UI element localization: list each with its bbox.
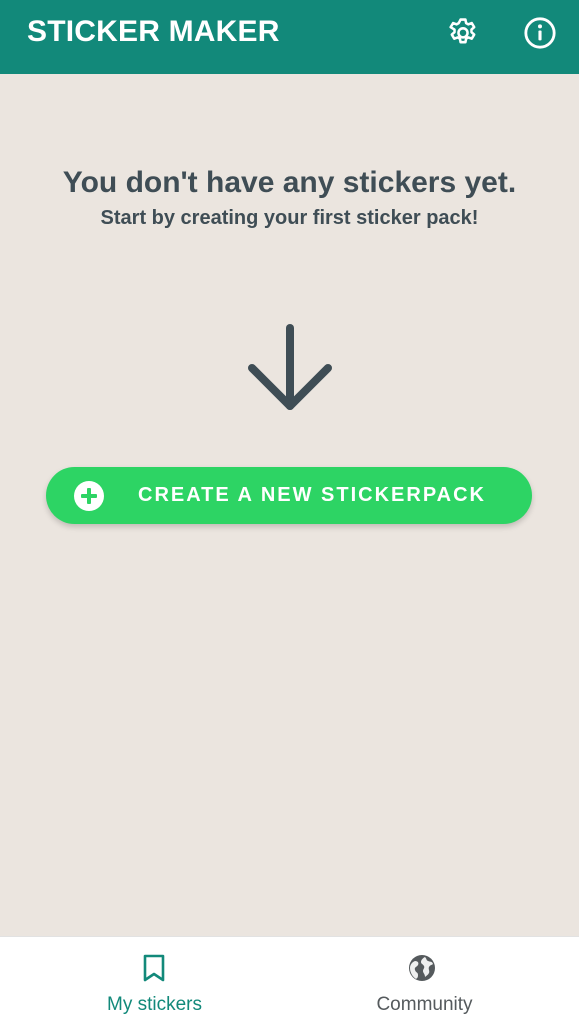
info-button[interactable] (520, 13, 560, 53)
nav-label-my-stickers: My stickers (107, 994, 202, 1015)
app-screen: STICKER MAKER You don't have any sticker… (0, 0, 579, 1024)
create-stickerpack-label: CREATE A NEW STICKERPACK (138, 484, 486, 506)
nav-item-community[interactable]: Community (280, 937, 569, 1024)
nav-item-my-stickers[interactable]: My stickers (10, 937, 299, 1024)
globe-icon (409, 955, 435, 981)
nav-label-community: Community (376, 994, 473, 1015)
empty-state-subtitle: Start by creating your first sticker pac… (100, 207, 479, 229)
bookmark-icon (143, 954, 165, 982)
gear-icon (449, 18, 476, 44)
top-app-bar: STICKER MAKER (0, 0, 579, 74)
create-stickerpack-button[interactable]: CREATE A NEW STICKERPACK (46, 467, 532, 524)
info-icon (524, 17, 556, 49)
empty-state-title: You don't have any stickers yet. (62, 166, 517, 199)
bottom-navigation: My stickers Community (0, 936, 579, 1024)
plus-circle-icon (74, 481, 104, 511)
arrow-down-icon (248, 324, 332, 410)
settings-button[interactable] (443, 13, 483, 53)
app-title: STICKER MAKER (27, 15, 280, 48)
